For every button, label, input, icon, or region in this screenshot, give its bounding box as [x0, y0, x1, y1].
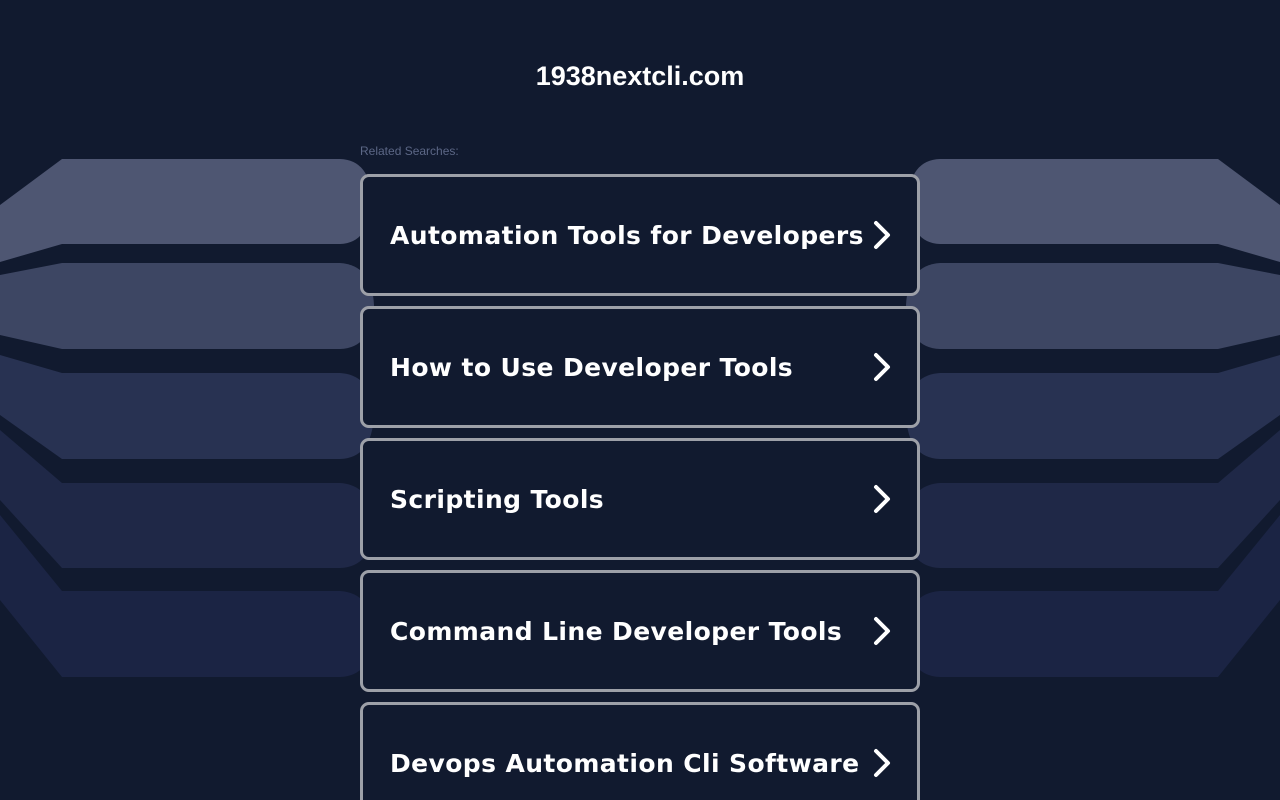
related-search-label: Command Line Developer Tools — [390, 616, 843, 646]
related-search-label: How to Use Developer Tools — [390, 352, 794, 382]
bg-band-left-3 — [0, 355, 374, 459]
chevron-right-icon — [874, 617, 890, 645]
chevron-right-icon — [874, 353, 890, 381]
bg-band-left-1 — [0, 159, 372, 262]
related-search-link[interactable]: Automation Tools for Developers — [360, 174, 920, 296]
related-search-link[interactable]: Devops Automation Cli Software — [360, 702, 920, 800]
related-search-link[interactable]: Scripting Tools — [360, 438, 920, 560]
domain-title: 1938nextcli.com — [535, 61, 745, 91]
related-search-label: Automation Tools for Developers — [390, 220, 864, 250]
bg-band-left-2 — [0, 263, 374, 349]
related-searches-label: Related Searches: — [360, 144, 459, 158]
related-searches-list: Automation Tools for Developers How to U… — [360, 174, 920, 800]
chevron-right-icon — [874, 749, 890, 777]
bg-band-right-1 — [908, 159, 1280, 262]
related-search-label: Scripting Tools — [390, 484, 605, 514]
page: 1938nextcli.com Related Searches: Automa… — [0, 0, 1280, 800]
chevron-right-icon — [874, 221, 890, 249]
related-search-link[interactable]: Command Line Developer Tools — [360, 570, 920, 692]
bg-band-right-2 — [906, 263, 1280, 349]
bg-band-right-3 — [906, 355, 1280, 459]
chevron-right-icon — [874, 485, 890, 513]
related-search-label: Devops Automation Cli Software — [390, 748, 860, 778]
related-search-link[interactable]: How to Use Developer Tools — [360, 306, 920, 428]
